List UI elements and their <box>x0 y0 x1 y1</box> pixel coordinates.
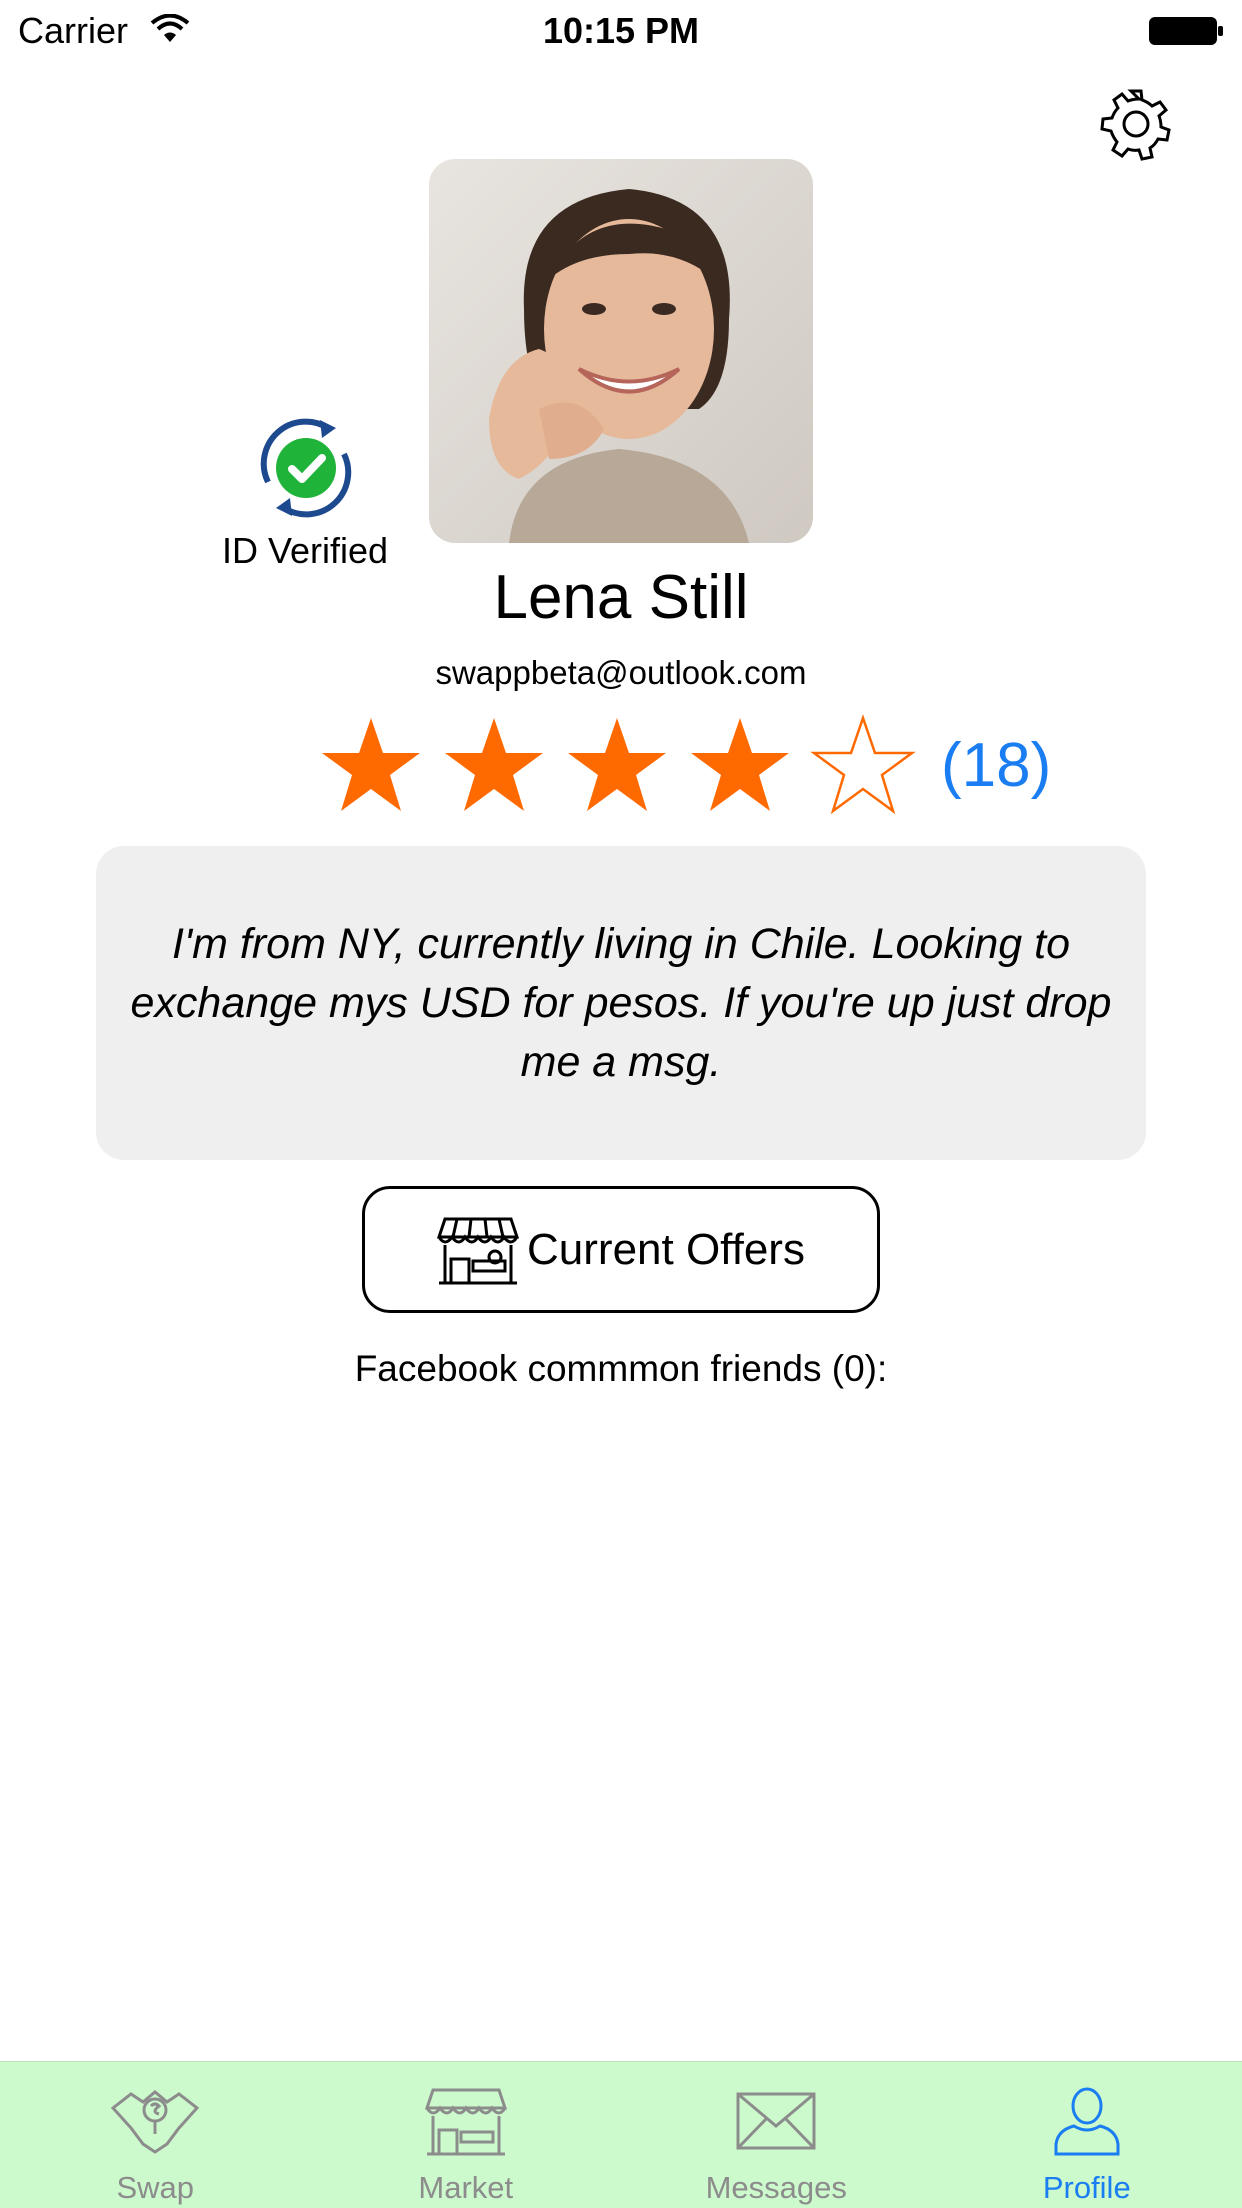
tab-label: Profile <box>1042 2170 1131 2205</box>
current-offers-label: Current Offers <box>527 1224 805 1274</box>
bio-text: I'm from NY, currently living in Chile. … <box>130 919 1112 1086</box>
profile-screen: Carrier 10:15 PM ID Verified Lena Still … <box>0 0 1242 2208</box>
star-filled-icon <box>322 718 420 811</box>
market-icon <box>424 2088 507 2156</box>
tab-swap[interactable]: Swap <box>0 2062 311 2208</box>
battery-icon <box>1149 17 1223 45</box>
rating-count[interactable]: (18) <box>941 730 1051 801</box>
tab-messages[interactable]: Messages <box>621 2062 932 2208</box>
rating: (18) <box>316 710 1051 820</box>
star-filled-icon <box>445 718 543 811</box>
id-verified-icon <box>260 418 352 518</box>
facebook-friends-label: Facebook commmon friends (0): <box>354 1348 888 1389</box>
clock: 10:15 PM <box>542 10 700 51</box>
envelope-icon <box>736 2092 816 2150</box>
person-icon <box>1054 2087 1120 2156</box>
star-filled-icon <box>568 718 666 811</box>
tab-profile[interactable]: Profile <box>932 2062 1242 2208</box>
star-filled-icon <box>691 718 789 811</box>
current-offers-button[interactable]: Current Offers <box>362 1186 880 1313</box>
swap-icon <box>111 2090 200 2154</box>
profile-email: swappbeta@outlook.com <box>435 654 807 691</box>
status-bar: Carrier 10:15 PM <box>0 0 1242 60</box>
tab-label: Market <box>418 2170 514 2205</box>
bio-box: I'm from NY, currently living in Chile. … <box>96 846 1146 1160</box>
settings-gear-icon[interactable] <box>1096 84 1176 164</box>
profile-photo <box>429 159 813 543</box>
tab-label: Messages <box>705 2170 847 2205</box>
tab-market[interactable]: Market <box>311 2062 622 2208</box>
store-icon <box>437 1217 520 1284</box>
profile-name: Lena Still <box>493 563 749 632</box>
tab-bar: Swap Market Messages Profile <box>0 2061 1242 2208</box>
star-empty-icon <box>810 714 916 815</box>
tab-label: Swap <box>116 2170 195 2205</box>
